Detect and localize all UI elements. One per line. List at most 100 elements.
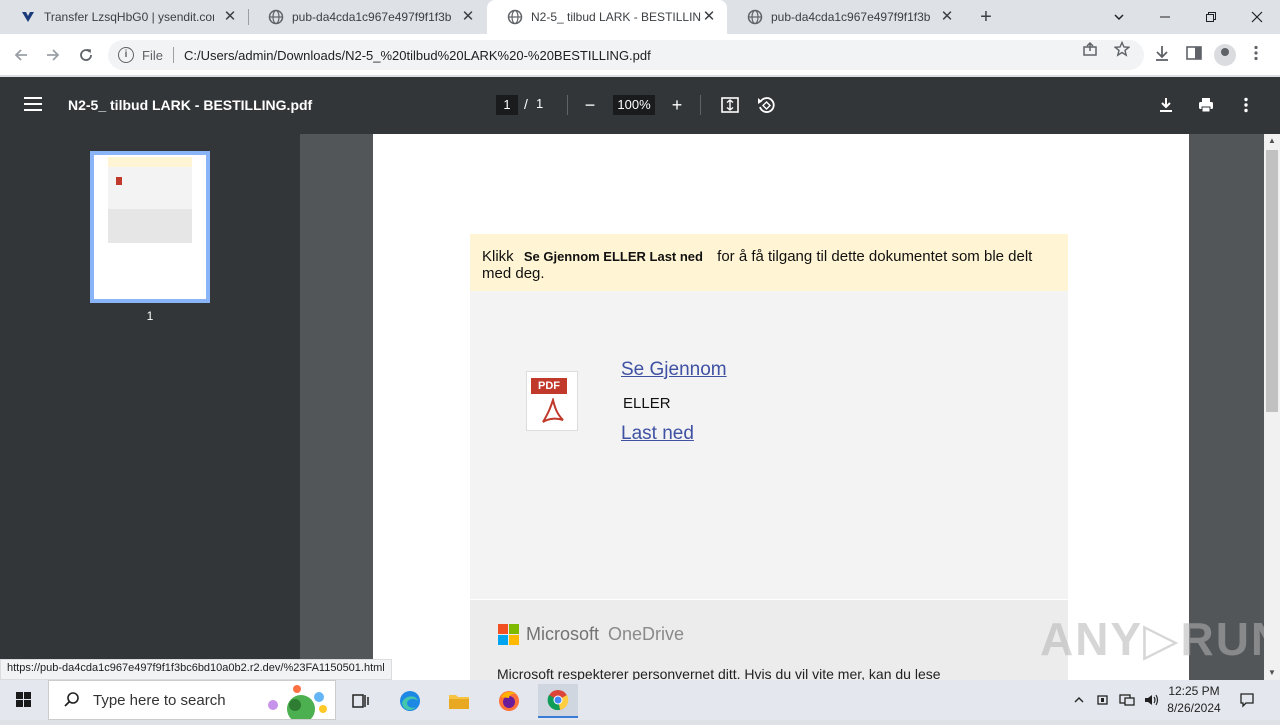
- document-body: PDF Se Gjennom ELLER Last ned: [470, 291, 1068, 599]
- zoom-out-button[interactable]: −: [579, 94, 601, 116]
- windows-logo-icon: [16, 692, 31, 707]
- anyrun-watermark: ANY▷RUN: [1040, 613, 1280, 665]
- tab-pdf-active[interactable]: N2-5_ tilbud LARK - BESTILLING ✕: [487, 0, 727, 34]
- downloads-icon[interactable]: [1152, 44, 1172, 64]
- search-icon: [64, 692, 79, 707]
- zoom-in-button[interactable]: +: [666, 94, 688, 116]
- rotate-icon[interactable]: [755, 94, 777, 116]
- taskbar-search-box[interactable]: Type here to search: [48, 680, 336, 720]
- close-icon[interactable]: ✕: [701, 9, 717, 25]
- toolbar-divider: [567, 95, 568, 115]
- forward-button[interactable]: [40, 42, 66, 68]
- banner-bold: Se Gjennom ELLER Last ned: [523, 249, 703, 264]
- pdf-toolbar: N2-5_ tilbud LARK - BESTILLING.pdf 1 / 1…: [0, 77, 1280, 134]
- or-text: ELLER: [623, 395, 671, 412]
- start-button[interactable]: [0, 680, 48, 720]
- profile-avatar[interactable]: [1214, 44, 1236, 66]
- tab-title: N2-5_ tilbud LARK - BESTILLING: [531, 10, 701, 24]
- page-separator: /: [524, 96, 528, 112]
- acrobat-logo-icon: [542, 398, 564, 423]
- brand-microsoft: Microsoft: [526, 624, 600, 644]
- omnibox-divider: [172, 47, 174, 63]
- share-icon[interactable]: [1081, 41, 1099, 59]
- thumbnail-pdf-mark: [116, 177, 122, 185]
- fit-page-icon[interactable]: [719, 94, 741, 116]
- bookmark-star-icon[interactable]: [1113, 40, 1131, 59]
- thumbnail-sidebar: 1: [0, 134, 300, 680]
- close-icon[interactable]: ✕: [460, 9, 476, 25]
- ysendit-favicon-icon: [22, 12, 34, 22]
- new-tab-button[interactable]: +: [975, 6, 997, 28]
- globe-icon: [747, 9, 763, 25]
- chrome-icon[interactable]: [538, 684, 578, 718]
- close-icon[interactable]: ✕: [939, 9, 955, 25]
- firefox-icon[interactable]: [489, 684, 529, 718]
- pdf-file-label: PDF: [531, 378, 567, 394]
- tray-device-icon[interactable]: [1092, 680, 1114, 720]
- system-clock[interactable]: 12:25 PM 8/26/2024: [1160, 683, 1228, 717]
- file-explorer-icon[interactable]: [439, 684, 479, 718]
- status-url-bubble: https://pub-da4cda1c967e497f9f1f3bc6bd10…: [0, 659, 392, 680]
- window-close-button[interactable]: [1234, 0, 1280, 34]
- thumbnail-banner: [108, 157, 192, 167]
- address-bar[interactable]: i File C:/Users/admin/Downloads/N2-5_%20…: [108, 40, 1144, 70]
- page-number-input[interactable]: 1: [496, 95, 518, 115]
- minimize-button[interactable]: [1142, 0, 1188, 34]
- edge-icon[interactable]: [390, 684, 430, 718]
- brand-text: Microsoft OneDrive: [526, 624, 684, 645]
- thumbnail-page-number: 1: [146, 309, 154, 323]
- reload-button[interactable]: [73, 42, 99, 68]
- close-icon[interactable]: ✕: [222, 9, 238, 25]
- restore-button[interactable]: [1188, 0, 1234, 34]
- windows-taskbar: Type here to search 12:25 PM 8/26/2024: [0, 680, 1280, 720]
- pdf-title: N2-5_ tilbud LARK - BESTILLING.pdf: [68, 97, 313, 113]
- pdf-viewer[interactable]: Klikk Se Gjennom ELLER Last ned for å få…: [300, 134, 1264, 680]
- network-icon[interactable]: [1116, 680, 1138, 720]
- scroll-up-arrow-icon[interactable]: ▲: [1264, 134, 1280, 148]
- page-total: 1: [536, 96, 544, 111]
- print-icon[interactable]: [1195, 94, 1217, 116]
- tab-pub-2[interactable]: pub-da4cda1c967e497f9f1f3bc6b ✕: [727, 0, 965, 34]
- clock-date: 8/26/2024: [1167, 701, 1221, 715]
- url-scheme: File: [142, 47, 163, 63]
- search-placeholder: Type here to search: [93, 691, 226, 709]
- reload-icon: [80, 49, 92, 61]
- notification-icon[interactable]: [1236, 680, 1258, 720]
- clock-time: 12:25 PM: [1168, 684, 1220, 698]
- tab-title: pub-da4cda1c967e497f9f1f3bc6b: [771, 10, 931, 24]
- scrollbar-thumb[interactable]: [1266, 150, 1278, 412]
- pdf-page: Klikk Se Gjennom ELLER Last ned for å få…: [373, 134, 1189, 680]
- tab-search-chevron-icon[interactable]: [1096, 0, 1142, 34]
- zoom-level-input[interactable]: 100%: [613, 95, 655, 115]
- vertical-scrollbar[interactable]: ▲ ▼: [1264, 134, 1280, 680]
- task-view-icon[interactable]: [340, 684, 380, 718]
- banner-prefix: Klikk: [482, 248, 514, 265]
- volume-icon[interactable]: [1140, 680, 1162, 720]
- toolbar-divider: [700, 95, 701, 115]
- view-link[interactable]: Se Gjennom: [621, 359, 727, 381]
- pdf-download-icon[interactable]: [1155, 94, 1177, 116]
- document-footer: Microsoft OneDrive Microsoft respekterer…: [470, 600, 1068, 680]
- tab-strip: Transfer LzsqHbG0 | ysendit.com ✕ pub-da…: [0, 0, 1280, 34]
- brand-onedrive: OneDrive: [608, 624, 685, 644]
- search-highlight-illustration-icon: [268, 685, 327, 719]
- download-link[interactable]: Last ned: [621, 423, 694, 445]
- url-text[interactable]: C:/Users/admin/Downloads/N2-5_%20tilbud%…: [184, 48, 651, 63]
- tray-chevron-up-icon[interactable]: [1068, 680, 1090, 720]
- arrow-left-icon: [14, 49, 27, 61]
- side-panel-icon[interactable]: [1184, 44, 1204, 64]
- tab-ysendit[interactable]: Transfer LzsqHbG0 | ysendit.com ✕: [0, 0, 248, 34]
- scroll-down-arrow-icon[interactable]: ▼: [1264, 666, 1280, 680]
- microsoft-logo-icon: [498, 624, 520, 646]
- notice-banner: Klikk Se Gjennom ELLER Last ned for å få…: [470, 234, 1068, 291]
- page-thumbnail[interactable]: [90, 151, 210, 303]
- tab-pub-1[interactable]: pub-da4cda1c967e497f9f1f3bc6b ✕: [248, 0, 486, 34]
- chrome-menu-icon[interactable]: [1246, 44, 1266, 64]
- thumbnail-footer: [108, 209, 192, 243]
- back-button[interactable]: [8, 42, 34, 68]
- pdf-menu-icon[interactable]: [24, 97, 42, 111]
- site-info-icon[interactable]: i: [118, 47, 134, 63]
- globe-icon: [507, 9, 523, 25]
- privacy-text: Microsoft respekterer personvernet ditt.…: [497, 666, 941, 680]
- pdf-more-icon[interactable]: [1235, 94, 1257, 116]
